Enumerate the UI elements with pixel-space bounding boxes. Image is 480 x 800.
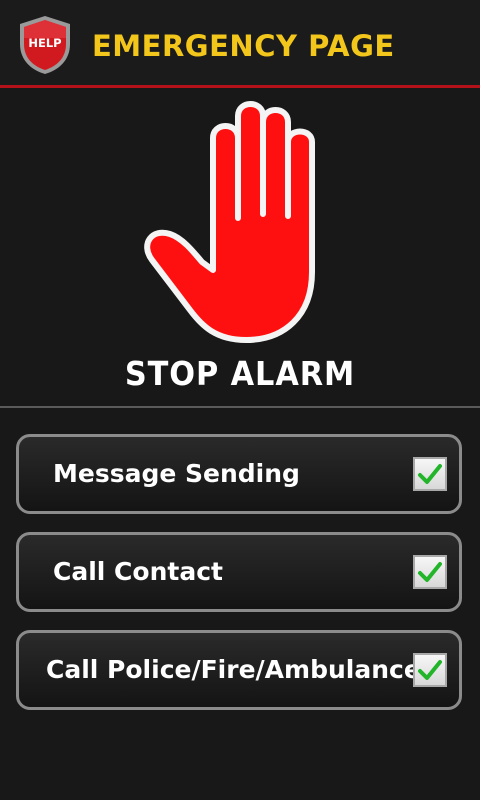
logo-text: HELP — [28, 36, 61, 50]
call-contact-checkbox[interactable] — [413, 555, 447, 589]
option-label: Call Police/Fire/Ambulance — [46, 655, 421, 684]
option-message-sending[interactable]: Message Sending — [16, 434, 462, 514]
divider — [0, 406, 480, 408]
checkmark-icon — [418, 464, 442, 484]
option-label: Call Contact — [53, 557, 223, 586]
option-label: Message Sending — [53, 459, 300, 488]
stop-alarm-button[interactable]: STOP ALARM — [0, 88, 480, 406]
stop-hand-icon — [130, 96, 342, 346]
help-shield-logo: HELP — [16, 14, 74, 76]
page-title: EMERGENCY PAGE — [92, 29, 395, 63]
call-emergency-checkbox[interactable] — [413, 653, 447, 687]
checkmark-icon — [418, 660, 442, 680]
checkmark-icon — [418, 562, 442, 582]
option-call-emergency-services[interactable]: Call Police/Fire/Ambulance — [16, 630, 462, 710]
header-bar: HELP EMERGENCY PAGE — [0, 0, 480, 88]
message-sending-checkbox[interactable] — [413, 457, 447, 491]
stop-alarm-label: STOP ALARM — [124, 354, 356, 393]
option-call-contact[interactable]: Call Contact — [16, 532, 462, 612]
